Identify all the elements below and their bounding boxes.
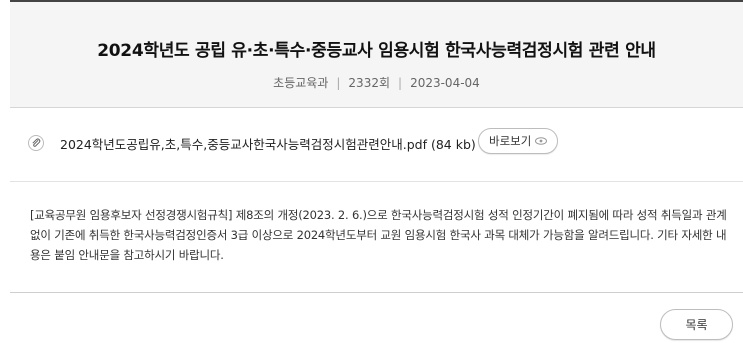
eye-icon [535,137,548,145]
post-department: 초등교육과 [273,76,329,90]
post-meta: 초등교육과 | 2332회 | 2023-04-04 [10,74,743,91]
divider [10,292,743,293]
preview-button[interactable]: 바로보기 [478,128,559,154]
meta-separator: | [336,76,341,90]
post-views: 2332회 [348,76,391,90]
paperclip-icon [28,135,44,151]
attachment-row: 2024학년도공립유,초,특수,중등교사한국사능력검정시험관련안내.pdf (8… [10,122,743,162]
post-content: [교육공무원 임용후보자 선정경쟁시험규칙] 제8조의 개정(2023. 2. … [30,208,727,262]
meta-separator: | [398,76,403,90]
attachment-file-link[interactable]: 2024학년도공립유,초,특수,중등교사한국사능력검정시험관련안내.pdf (8… [60,134,476,153]
post-title: 2024학년도 공립 유·초·특수·중등교사 임용시험 한국사능력검정시험 관련… [97,41,656,61]
divider [10,181,743,182]
post-header: 2024학년도 공립 유·초·특수·중등교사 임용시험 한국사능력검정시험 관련… [10,0,743,108]
list-button[interactable]: 목록 [660,309,733,340]
post-date: 2023-04-04 [410,76,480,90]
preview-button-label: 바로보기 [489,134,532,148]
